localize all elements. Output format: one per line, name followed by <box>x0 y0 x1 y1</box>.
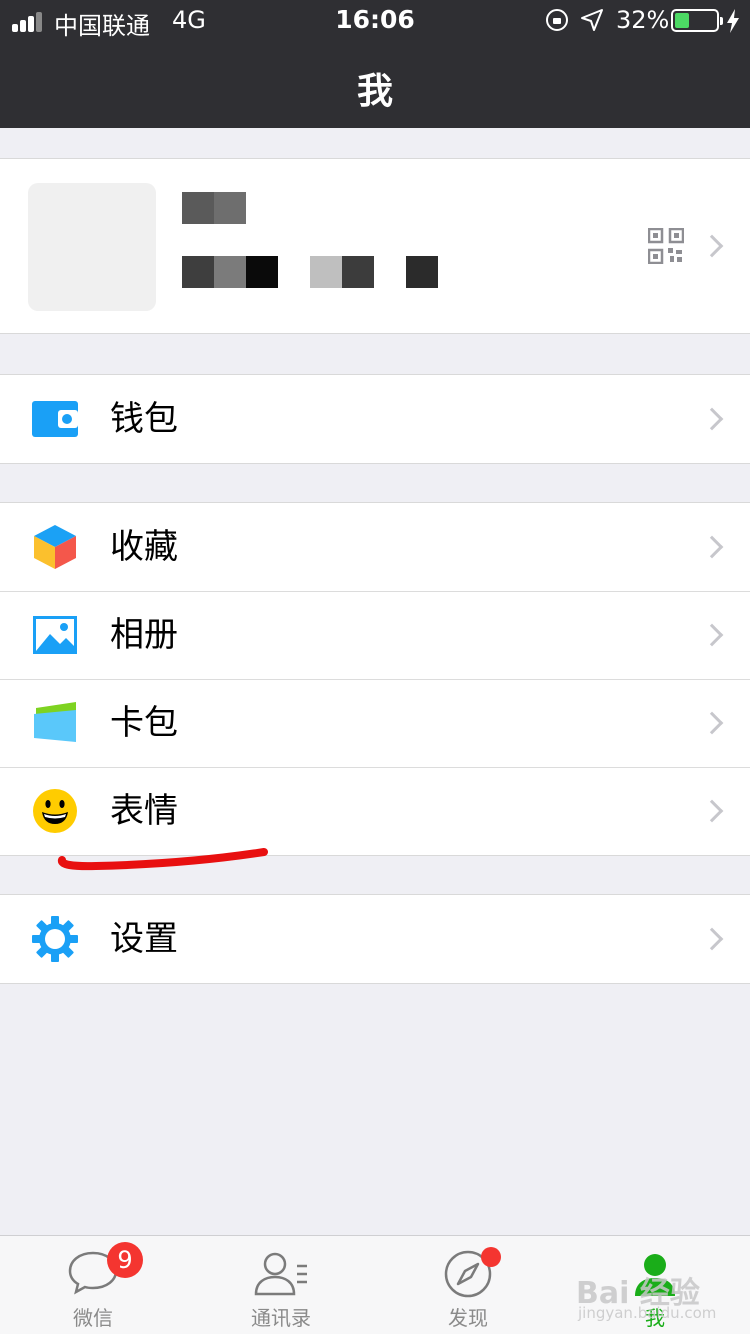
menu-item-wallet[interactable]: 钱包 <box>0 375 750 463</box>
avatar[interactable] <box>28 183 156 311</box>
chevron-right-icon <box>700 234 724 258</box>
contacts-icon <box>254 1252 307 1296</box>
profile-card[interactable] <box>0 158 750 334</box>
chevron-right-icon <box>700 407 724 431</box>
chevron-right-icon <box>700 535 724 559</box>
watermark-sub: jingyan.baidu.com <box>578 1304 717 1322</box>
wallet-group: 钱包 <box>0 374 750 464</box>
tab-label: 发现 <box>448 1306 488 1330</box>
album-icon <box>33 616 77 654</box>
unread-badge: 9 <box>107 1242 143 1278</box>
menu-item-label: 卡包 <box>110 703 178 743</box>
menu-item-label: 相册 <box>110 615 178 655</box>
baidu-watermark: Bai 经验 jingyan.baidu.com <box>576 1268 716 1328</box>
tab-discover[interactable]: 发现 <box>408 1236 528 1334</box>
charging-bolt-icon <box>727 9 739 33</box>
status-bar: 中国联通 4G 16:06 32% <box>0 0 750 40</box>
page-title: 我 <box>356 71 393 112</box>
tab-chats[interactable]: 9 微信 <box>33 1236 153 1334</box>
battery-percent: 32% <box>616 6 670 34</box>
chevron-right-icon <box>700 927 724 951</box>
features-group: 收藏 相册 卡包 表情 <box>0 502 750 856</box>
tab-label: 通讯录 <box>251 1306 311 1330</box>
tab-label: 微信 <box>73 1306 113 1330</box>
location-arrow-icon <box>581 9 603 31</box>
menu-item-label: 钱包 <box>110 399 178 439</box>
red-underline-annotation <box>58 848 268 871</box>
rotation-lock-icon <box>546 9 568 31</box>
chevron-right-icon <box>700 623 724 647</box>
menu-item-cards[interactable]: 卡包 <box>0 679 750 767</box>
chevron-right-icon <box>700 799 724 823</box>
menu-item-label: 收藏 <box>110 527 178 567</box>
menu-item-album[interactable]: 相册 <box>0 591 750 679</box>
wechat-id-mosaic <box>182 256 438 288</box>
settings-group: 设置 <box>0 894 750 984</box>
menu-item-label: 设置 <box>110 919 178 959</box>
settings-gear-icon <box>32 916 78 962</box>
card-wallet-icon <box>34 702 76 742</box>
nav-header: 中国联通 4G 16:06 32% 我 <box>0 0 750 128</box>
new-content-dot <box>481 1247 501 1267</box>
menu-item-favorites[interactable]: 收藏 <box>0 503 750 591</box>
qr-code-icon[interactable] <box>648 228 684 264</box>
menu-item-settings[interactable]: 设置 <box>0 895 750 983</box>
tab-contacts[interactable]: 通讯录 <box>221 1236 341 1334</box>
nickname-mosaic <box>182 192 246 224</box>
menu-item-label: 表情 <box>110 791 178 831</box>
sticker-smiley-icon <box>33 789 77 833</box>
chevron-right-icon <box>700 711 724 735</box>
wallet-icon <box>32 401 78 437</box>
favorites-cube-icon <box>34 525 76 569</box>
battery-icon <box>671 9 723 32</box>
